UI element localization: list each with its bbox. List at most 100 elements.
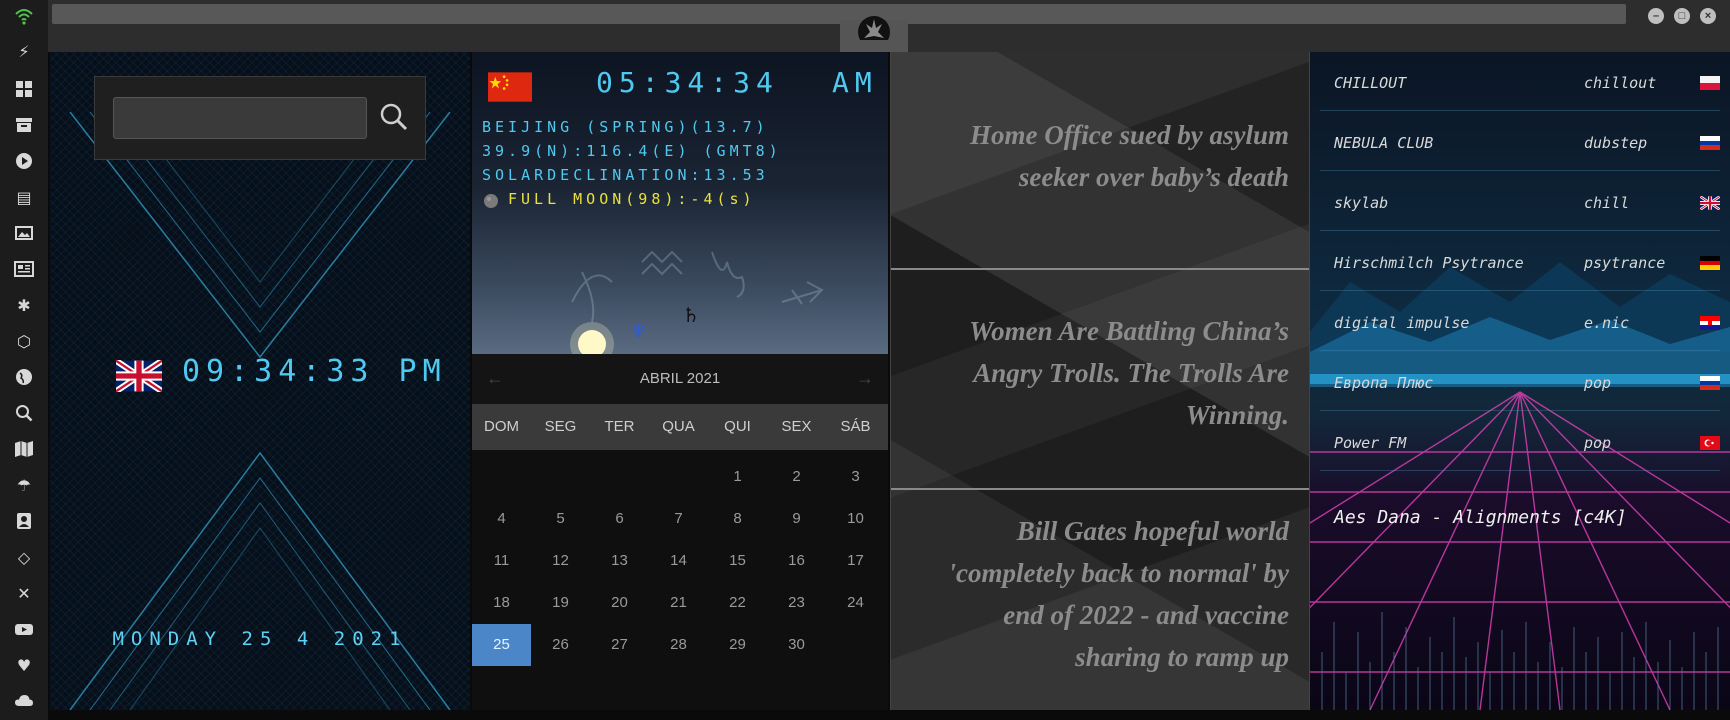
calendar-day[interactable]: 3 xyxy=(826,456,885,498)
calendar-day[interactable]: 19 xyxy=(531,582,590,624)
expand-icon[interactable]: ✕ xyxy=(14,584,34,604)
windows-icon[interactable] xyxy=(14,80,34,100)
cloud-icon[interactable] xyxy=(14,692,34,712)
calendar-day[interactable]: 10 xyxy=(826,498,885,540)
russia-flag-icon xyxy=(1700,376,1720,390)
calendar-day[interactable]: 23 xyxy=(767,582,826,624)
search-icon[interactable] xyxy=(14,404,34,424)
calendar-day[interactable]: 11 xyxy=(472,540,531,582)
calendar-day[interactable]: 7 xyxy=(649,498,708,540)
radio-station-row[interactable]: Hirschmilch Psytrance psytrance xyxy=(1320,238,1720,291)
world-clock-panel: 09:34:33 PM MONDAY 25 4 2021 xyxy=(50,52,470,710)
maximize-button[interactable]: □ xyxy=(1674,8,1690,24)
station-name: Power FM xyxy=(1334,434,1407,452)
calendar-day[interactable]: 18 xyxy=(472,582,531,624)
globe-icon[interactable] xyxy=(14,368,34,388)
calendar-day[interactable]: 29 xyxy=(708,624,767,666)
radio-station-row[interactable]: NEBULA CLUB dubstep xyxy=(1320,118,1720,171)
decorative-triangle-bottom xyxy=(69,451,451,710)
calendar-day[interactable]: 16 xyxy=(767,540,826,582)
news-headline[interactable]: Home Office sued by asylum seeker over b… xyxy=(919,114,1289,198)
calendar-day[interactable]: 5 xyxy=(531,498,590,540)
radio-station-row[interactable]: CHILLOUT chillout xyxy=(1320,58,1720,111)
calendar-day[interactable]: 4 xyxy=(472,498,531,540)
news-divider xyxy=(891,488,1309,490)
calendar-day[interactable]: 1 xyxy=(708,456,767,498)
radio-station-row[interactable]: digital impulse e.nic xyxy=(1320,298,1720,351)
calendar-day[interactable] xyxy=(590,456,649,498)
china-flag-icon xyxy=(488,72,532,102)
calendar-day[interactable]: 17 xyxy=(826,540,885,582)
station-name: NEBULA CLUB xyxy=(1334,134,1434,152)
weekday-dom: DOM xyxy=(484,418,519,435)
calendar-day[interactable]: 13 xyxy=(590,540,649,582)
calendar-day[interactable] xyxy=(531,456,590,498)
russia-flag-icon xyxy=(1700,136,1720,150)
hexagon-icon[interactable]: ⬡ xyxy=(14,332,34,352)
germany-flag-icon xyxy=(1700,256,1720,270)
calendar-day[interactable] xyxy=(472,456,531,498)
next-month-arrow-icon[interactable]: → xyxy=(856,368,874,389)
moon-phase-line: FULL MOON(98):-4(s) xyxy=(508,190,756,208)
poland-flag-icon xyxy=(1700,76,1720,90)
window-titlebar[interactable]: – □ × xyxy=(48,0,1730,52)
map-icon[interactable] xyxy=(14,440,34,460)
calendar-day[interactable]: 22 xyxy=(708,582,767,624)
code-icon[interactable]: ◇ xyxy=(14,548,34,568)
map-book-icon[interactable]: ▤ xyxy=(14,188,34,208)
calendar-day[interactable]: 15 xyxy=(708,540,767,582)
zodiac-sky-graphic: ♆ ♄ xyxy=(570,250,824,354)
location-line: BEIJING (SPRING)(13.7) xyxy=(482,118,769,136)
calendar-day-today[interactable]: 25 xyxy=(472,624,531,666)
moon-icon xyxy=(484,194,498,208)
lightning-icon[interactable]: ⚡ xyxy=(14,42,34,62)
emblem-tab[interactable] xyxy=(840,16,908,52)
contacts-icon[interactable] xyxy=(14,512,34,532)
calendar-day[interactable] xyxy=(826,624,885,666)
newspaper-icon[interactable] xyxy=(14,260,34,280)
news-headline[interactable]: Bill Gates hopeful world 'completely bac… xyxy=(919,510,1289,678)
heart-icon[interactable]: ♥ xyxy=(14,656,34,676)
calendar-day[interactable]: 20 xyxy=(590,582,649,624)
calendar-day[interactable]: 8 xyxy=(708,498,767,540)
station-genre: dubstep xyxy=(1584,134,1648,152)
rebel-emblem-icon xyxy=(858,16,890,40)
search-input[interactable] xyxy=(113,97,367,139)
station-name: Hirschmilch Psytrance xyxy=(1334,254,1524,272)
app-sidebar: ⚡ ▤ ✱ ⬡ ☂ ◇ ✕ ♥ xyxy=(0,0,48,720)
calendar-day[interactable]: 24 xyxy=(826,582,885,624)
weekday-ter: TER xyxy=(604,418,635,435)
search-button[interactable] xyxy=(375,97,411,137)
minimize-button[interactable]: – xyxy=(1648,8,1664,24)
archive-icon[interactable] xyxy=(14,116,34,136)
calendar-day[interactable]: 27 xyxy=(590,624,649,666)
radio-station-row[interactable]: Европа Плюс pop xyxy=(1320,358,1720,411)
calendar-day[interactable]: 28 xyxy=(649,624,708,666)
news-headline[interactable]: Women Are Battling China’s Angry Trolls.… xyxy=(919,310,1289,436)
title-strip[interactable] xyxy=(52,4,1626,24)
uk-flag-icon xyxy=(1700,196,1720,210)
calendar-day[interactable]: 6 xyxy=(590,498,649,540)
station-name: skylab xyxy=(1334,194,1389,212)
calendar-day[interactable]: 14 xyxy=(649,540,708,582)
wifi-icon[interactable] xyxy=(14,6,34,26)
calendar-day[interactable]: 30 xyxy=(767,624,826,666)
umbrella-icon[interactable]: ☂ xyxy=(14,476,34,496)
calendar-day[interactable]: 26 xyxy=(531,624,590,666)
station-genre: chill xyxy=(1584,194,1630,212)
calendar-day[interactable] xyxy=(649,456,708,498)
local-time: 09:34:33 PM xyxy=(182,354,447,389)
calendar-day[interactable]: 21 xyxy=(649,582,708,624)
calendar-day[interactable]: 12 xyxy=(531,540,590,582)
play-icon[interactable] xyxy=(14,152,34,172)
radio-station-row[interactable]: Power FM pop xyxy=(1320,418,1720,471)
close-button[interactable]: × xyxy=(1700,8,1716,24)
settings-icon[interactable]: ✱ xyxy=(14,296,34,316)
radio-station-row[interactable]: skylab chill xyxy=(1320,178,1720,231)
weekday-sab: SÁB xyxy=(840,418,871,435)
turkey-flag-icon xyxy=(1700,436,1720,450)
calendar-day[interactable]: 2 xyxy=(767,456,826,498)
calendar-day[interactable]: 9 xyxy=(767,498,826,540)
youtube-icon[interactable] xyxy=(14,620,34,640)
image-icon[interactable] xyxy=(14,224,34,244)
